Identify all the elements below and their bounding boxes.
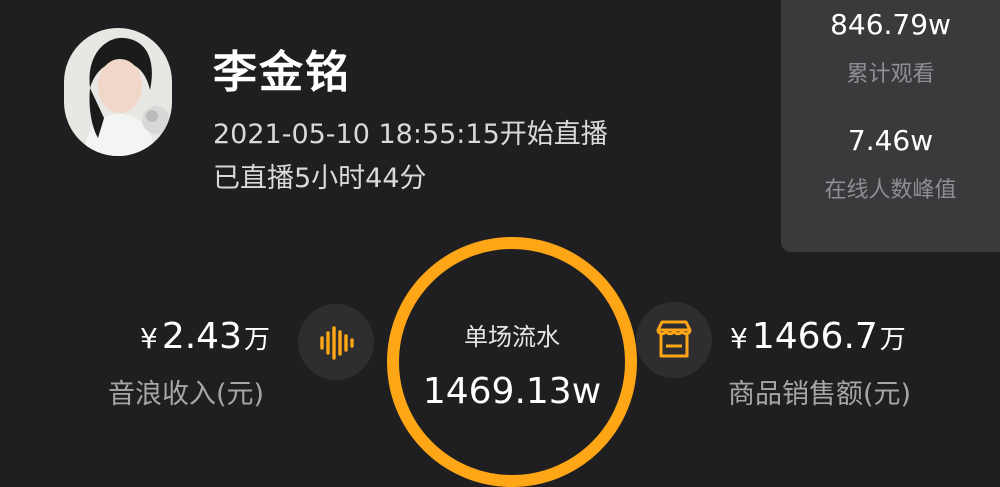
sound-wave-income-value: ¥2.43万 [140, 316, 270, 357]
currency-symbol: ¥ [140, 322, 158, 355]
gmv-value: 1469.13w [422, 371, 602, 412]
streamer-name: 李金铭 [213, 47, 351, 98]
avatar[interactable] [64, 28, 172, 156]
product-sales-unit: 万 [879, 325, 906, 355]
peak-online-value: 7.46w [847, 124, 934, 157]
product-sales-value: ¥1466.7万 [730, 316, 906, 357]
peak-online-label: 在线人数峰值 [824, 178, 957, 203]
total-views-value: 846.79w [830, 8, 951, 41]
sound-wave-income-unit: 万 [243, 325, 270, 355]
stats-panel: 846.79w 累计观看 7.46w 在线人数峰值 [781, 0, 1000, 252]
store-icon-button[interactable] [636, 302, 712, 378]
sound-wave-income-label: 音浪收入(元) [108, 379, 265, 410]
product-sales-amount: 1466.7 [751, 316, 878, 357]
store-icon [656, 320, 692, 358]
total-views-label: 累计观看 [846, 62, 935, 87]
gmv-ring: 单场流水 1469.13w [387, 237, 637, 487]
sound-wave-icon-button[interactable] [298, 304, 374, 380]
currency-symbol: ¥ [730, 322, 748, 355]
sound-wave-income-amount: 2.43 [161, 316, 242, 357]
stream-start-time: 2021-05-10 18:55:15开始直播 [213, 119, 608, 150]
gmv-label: 单场流水 [464, 323, 560, 351]
sound-wave-icon [320, 326, 354, 360]
stream-duration: 已直播5小时44分 [213, 163, 427, 194]
product-sales-label: 商品销售额(元) [728, 379, 912, 410]
